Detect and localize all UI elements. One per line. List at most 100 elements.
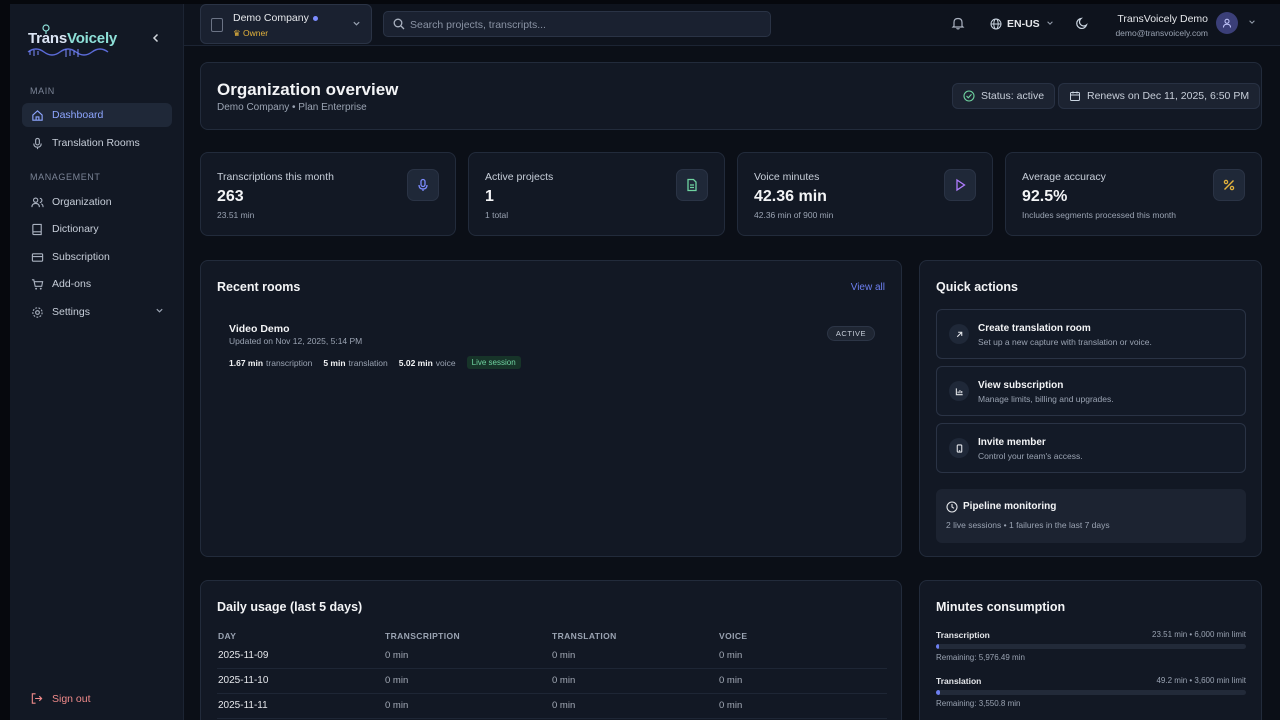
consumption-value: 23.51 min • 6,000 min limit [1152, 630, 1246, 639]
theme-toggle-button[interactable] [1076, 16, 1092, 32]
arrow-up-right-icon [949, 324, 969, 344]
page-subtitle: Demo Company • Plan Enterprise [217, 102, 367, 113]
pipeline-monitoring-panel: Pipeline monitoring 2 live sessions • 1 … [936, 489, 1246, 543]
sidebar-item-dictionary[interactable]: Dictionary [22, 217, 172, 241]
action-title: View subscription [978, 380, 1064, 391]
action-subtitle: Manage limits, billing and upgrades. [978, 394, 1114, 404]
card-icon [30, 250, 44, 264]
daily-usage-title: Daily usage (last 5 days) [217, 600, 363, 614]
table-cell: 0 min [719, 668, 887, 694]
table-cell: 0 min [552, 668, 719, 694]
user-icon [1223, 18, 1231, 28]
brand-logo[interactable]: TransVoicely [26, 22, 122, 62]
consumption-label: Transcription [936, 630, 990, 640]
stat-hint: Includes segments processed this month [1022, 210, 1177, 220]
table-row: 2025-11-09 0 min 0 min 0 min [217, 643, 887, 669]
sidebar-item-label: Organization [52, 196, 112, 208]
top-header: Demo Company ♛ Owner EN-US TransVoicely … [184, 4, 1280, 46]
percent-icon [1213, 169, 1245, 201]
chevron-left-icon [152, 33, 159, 43]
view-all-link[interactable]: View all [851, 282, 885, 293]
stat-value: 92.5% [1022, 188, 1068, 205]
invite-member-button[interactable]: Invite member Control your team's access… [936, 423, 1246, 473]
quick-actions-card: Quick actions Create translation room Se… [919, 260, 1262, 557]
metric-voice: 5.02 min voice [398, 357, 456, 368]
column-header: TRANSCRIPTION [385, 631, 461, 641]
action-subtitle: Control your team's access. [978, 451, 1083, 461]
sidebar-item-settings[interactable]: Settings [22, 300, 172, 324]
avatar [1216, 12, 1238, 34]
renewal-badge: Renews on Dec 11, 2025, 6:50 PM [1058, 83, 1261, 109]
sidebar-item-dashboard[interactable]: Dashboard [22, 103, 172, 127]
home-icon [30, 108, 44, 122]
minutes-consumption-title: Minutes consumption [936, 600, 1066, 614]
stat-hint: 42.36 min of 900 min [754, 210, 834, 220]
sidebar-item-label: Add-ons [52, 278, 92, 290]
organization-switcher[interactable]: Demo Company ♛ Owner [200, 4, 372, 44]
org-status-dot [312, 15, 318, 21]
org-role-label: Owner [242, 28, 269, 38]
action-title: Invite member [978, 437, 1046, 448]
search-input[interactable] [410, 16, 760, 33]
notifications-button[interactable] [951, 16, 967, 32]
stat-card-active-projects: Active projects 1 1 total [468, 152, 725, 236]
phone-icon [949, 438, 969, 458]
org-role: ♛ Owner [233, 28, 269, 38]
stat-value: 263 [217, 188, 244, 205]
sidebar-item-add-ons[interactable]: Add-ons [22, 272, 172, 296]
table-cell: 2025-11-10 [217, 668, 385, 694]
page-title: Organization overview [217, 80, 399, 99]
user-menu[interactable]: TransVoicely Demo demo@transvoicely.com [1114, 10, 1274, 40]
minutes-consumption-card: Minutes consumption Transcription 23.51 … [919, 580, 1262, 720]
nav-section-main: MAIN [30, 86, 55, 96]
language-selector[interactable]: EN-US [984, 12, 1058, 36]
recent-rooms-card: Recent rooms View all Video Demo Updated… [200, 260, 902, 557]
metric-transcription: 1.67 min transcription [229, 357, 313, 368]
action-subtitle: Set up a new capture with translation or… [978, 337, 1152, 347]
gear-icon [30, 305, 44, 319]
stat-label: Active projects [485, 171, 554, 183]
column-header: VOICE [719, 631, 748, 641]
table-cell: 0 min [385, 643, 552, 669]
daily-usage-table: DAY TRANSCRIPTION TRANSLATION VOICE 2025… [217, 629, 887, 719]
calendar-icon [1070, 91, 1080, 101]
organization-overview-card: Organization overview Demo Company • Pla… [200, 62, 1262, 130]
clock-icon [946, 501, 958, 513]
moon-icon [1076, 17, 1088, 29]
org-name: Demo Company [233, 12, 309, 24]
stat-card-average-accuracy: Average accuracy 92.5% Includes segments… [1005, 152, 1262, 236]
table-cell: 0 min [719, 643, 887, 669]
progress-fill [936, 644, 940, 649]
sidebar-item-label: Dictionary [52, 223, 99, 235]
room-item[interactable]: Video Demo Updated on Nov 12, 2025, 5:14… [213, 313, 891, 373]
stat-label: Transcriptions this month [217, 171, 334, 183]
search-box [383, 11, 771, 37]
renewal-label: Renews on Dec 11, 2025, 6:50 PM [1087, 90, 1250, 102]
collapse-sidebar-button[interactable] [148, 29, 164, 47]
building-icon [211, 18, 223, 32]
org-name-wrap: Demo Company [233, 12, 318, 24]
progress-fill [936, 690, 941, 695]
recent-rooms-title: Recent rooms [217, 280, 301, 294]
sign-out-button[interactable]: Sign out [22, 688, 172, 710]
table-cell: 2025-11-11 [217, 693, 385, 719]
table-cell: 0 min [719, 693, 887, 719]
daily-usage-card: Daily usage (last 5 days) DAY TRANSCRIPT… [200, 580, 902, 720]
create-translation-room-button[interactable]: Create translation room Set up a new cap… [936, 309, 1246, 359]
stat-value: 42.36 min [754, 188, 827, 205]
sidebar-item-translation-rooms[interactable]: Translation Rooms [22, 131, 172, 155]
sign-out-label: Sign out [52, 693, 91, 705]
consumption-remaining: Remaining: 3,550.8 min [936, 699, 1021, 708]
sidebar-item-subscription[interactable]: Subscription [22, 245, 172, 269]
status-badge: ACTIVE [826, 326, 875, 341]
file-icon [676, 169, 708, 201]
view-subscription-button[interactable]: View subscription Manage limits, billing… [936, 366, 1246, 416]
column-header: TRANSLATION [552, 631, 617, 641]
chevron-down-icon [1248, 18, 1256, 28]
pipeline-subtitle: 2 live sessions • 1 failures in the last… [946, 520, 1110, 530]
stat-hint: 1 total [485, 210, 509, 220]
bar-chart-icon [949, 381, 969, 401]
mic-icon [407, 169, 439, 201]
sidebar-item-organization[interactable]: Organization [22, 190, 172, 214]
check-circle-icon [963, 90, 975, 102]
